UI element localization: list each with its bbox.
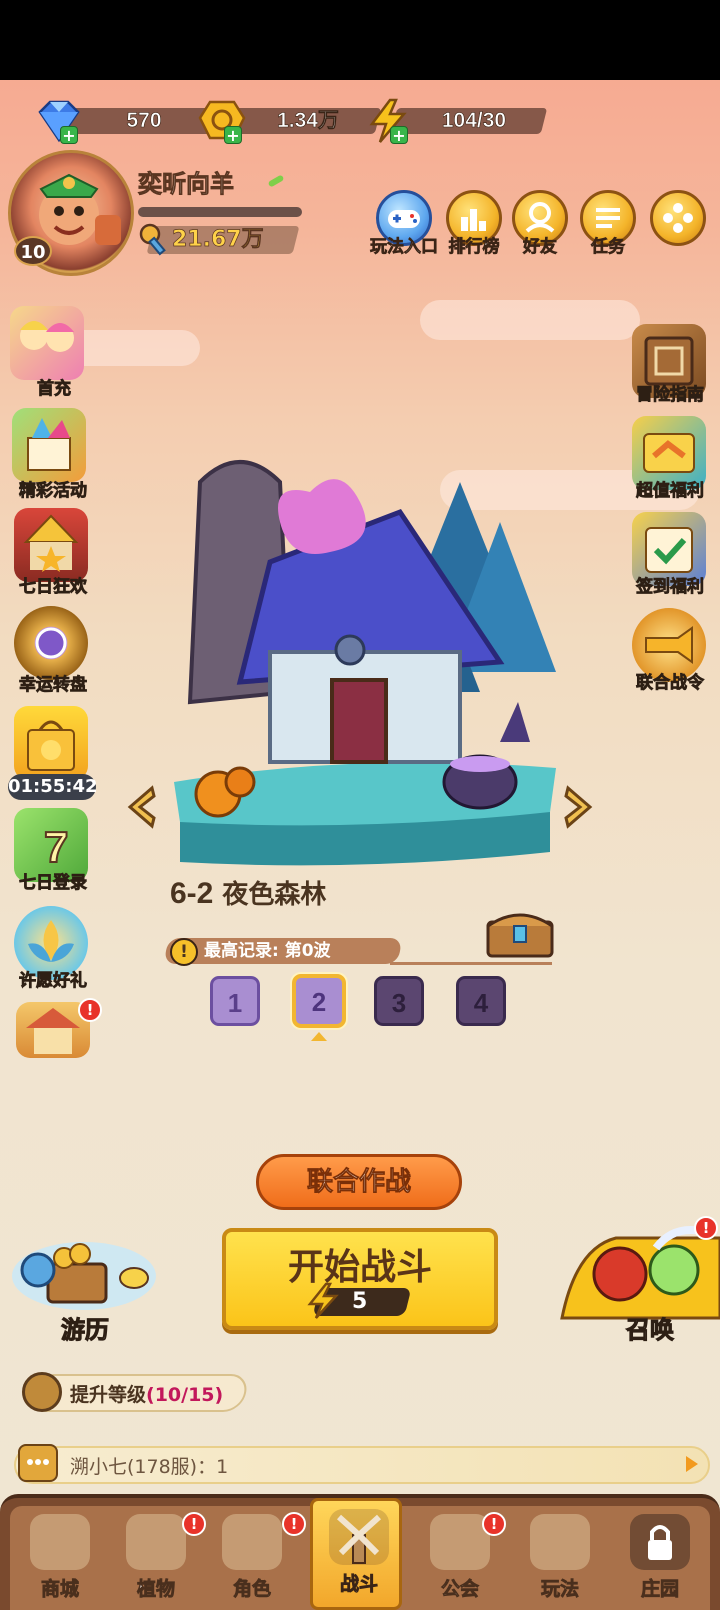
more-menu-button[interactable]: [650, 190, 706, 246]
chat-expand-arrow-icon[interactable]: [686, 1456, 698, 1472]
shopping-bag-icon: [27, 720, 75, 771]
next-level-arrow-icon[interactable]: [562, 784, 596, 830]
start-battle-label: 开始战斗: [287, 1247, 432, 1288]
record-underline: [390, 962, 552, 965]
lock-icon: [648, 1525, 672, 1560]
tasks-label: 任务: [591, 237, 626, 258]
seven-day-login-label: 七日登录: [19, 873, 88, 894]
travel-label: 游历: [61, 1316, 110, 1345]
difficulty-4-button[interactable]: 4: [456, 976, 506, 1026]
value-benefits-label: 超值福利: [636, 481, 705, 502]
summon-label: 召唤: [626, 1316, 675, 1345]
upgrade-label: 提升等级: [70, 1384, 147, 1406]
player-level-badge: 10: [14, 236, 52, 266]
wish-gift-label: 许愿好礼: [19, 971, 88, 992]
windmill-icon: [329, 1509, 389, 1565]
wheel-icon: [35, 627, 67, 659]
key-icon: [139, 223, 166, 256]
upgrade-level-text: 提升等级(10/15): [70, 1380, 223, 1407]
timed-offer-button[interactable]: [14, 706, 88, 780]
sign-in-benefits-label: 签到福利: [636, 577, 705, 598]
energy-counter[interactable]: 104/30 +: [364, 98, 554, 144]
gold-value: 1.34万: [277, 109, 339, 133]
nav-item-battle[interactable]: 战斗: [310, 1498, 402, 1610]
player-power: 21.67万: [172, 227, 264, 253]
shop-icon: [30, 1514, 90, 1570]
level-up-icon: [22, 1372, 62, 1412]
manor-icon: [630, 1514, 690, 1570]
heroes-icon: [20, 321, 74, 352]
notification-badge: !: [78, 998, 102, 1022]
player-name: 奕昕向羊: [138, 170, 235, 199]
battle-energy-cost: 5: [352, 1289, 368, 1314]
cloud-decoration: [420, 300, 640, 340]
level-diorama-image: [174, 460, 556, 866]
xp-bar: [138, 207, 302, 217]
gold-counter[interactable]: 1.34万 +: [198, 100, 388, 144]
nav-label-shop: 商城: [40, 1578, 80, 1601]
coop-battle-button[interactable]: 联合作战: [256, 1154, 462, 1210]
offer-countdown: 01:55:42: [8, 774, 98, 800]
lucky-wheel-button[interactable]: [14, 606, 88, 680]
adventure-guide-label: 冒险指南: [636, 385, 705, 406]
level-title: 6-2 夜色森林: [170, 874, 326, 911]
friends-label: 好友: [523, 237, 558, 258]
svg-text:7: 7: [44, 823, 68, 872]
game-mode-entry-label: 玩法入口: [370, 237, 439, 258]
diamond-counter[interactable]: 570 +: [34, 100, 224, 144]
events-button[interactable]: [12, 408, 86, 482]
gift-box-icon: [27, 418, 71, 471]
nav-item-shop[interactable]: 商城: [14, 1506, 106, 1610]
add-diamond-icon[interactable]: +: [60, 126, 78, 144]
chat-bubble-icon: [18, 1444, 58, 1482]
difficulty-1-button[interactable]: 1: [210, 976, 260, 1026]
first-recharge-button[interactable]: [10, 306, 84, 380]
upgrade-progress: (10/15): [146, 1384, 224, 1406]
add-gold-icon[interactable]: +: [224, 126, 242, 144]
more-icon: [663, 203, 693, 233]
gameplay-icon: [530, 1514, 590, 1570]
difficulty-2-button[interactable]: 2: [292, 974, 346, 1028]
plant-icon: [126, 1514, 186, 1570]
selected-indicator-arrow-icon: [311, 1032, 327, 1041]
seven-day-carnival-button[interactable]: [14, 508, 88, 582]
level-code: 6-2: [170, 877, 214, 910]
nav-label-gameplay: 玩法: [540, 1578, 580, 1601]
best-record-text: 最高记录: 第0波: [204, 941, 331, 961]
first-recharge-label: 首充: [37, 379, 72, 400]
previous-level-arrow-icon[interactable]: [124, 784, 158, 830]
notification-badge: !: [282, 1512, 306, 1536]
lightning-icon: [307, 1282, 339, 1319]
guild-icon: [430, 1514, 490, 1570]
add-energy-icon[interactable]: +: [390, 126, 408, 144]
notification-badge: !: [694, 1216, 718, 1240]
nav-label-plants: 植物: [136, 1578, 176, 1601]
nav-label-manor: 庄园: [640, 1578, 680, 1601]
events-label: 精彩活动: [19, 481, 88, 502]
energy-value: 104/30: [441, 109, 507, 133]
notification-badge: !: [482, 1512, 506, 1536]
level-name: 夜色森林: [222, 880, 327, 910]
info-icon: !: [170, 938, 198, 966]
notification-badge: !: [182, 1512, 206, 1536]
nav-label-battle: 战斗: [339, 1573, 379, 1596]
status-bar: [0, 0, 720, 80]
carnival-tent-icon: [23, 514, 79, 572]
chat-message: 溯小七(178服)：1: [70, 1456, 229, 1478]
seven-day-carnival-label: 七日狂欢: [19, 577, 88, 598]
travel-chest-icon[interactable]: [8, 1230, 160, 1314]
lucky-wheel-label: 幸运转盘: [19, 675, 88, 696]
treasure-chest-icon[interactable]: [484, 904, 556, 960]
difficulty-3-button[interactable]: 3: [374, 976, 424, 1026]
nav-item-manor[interactable]: 庄园: [614, 1506, 706, 1610]
leaderboard-label: 排行榜: [448, 237, 500, 258]
joint-battle-pass-label: 联合战令: [636, 673, 705, 694]
nav-label-guild: 公会: [440, 1578, 480, 1601]
diamond-value: 570: [126, 109, 162, 133]
nav-item-gameplay[interactable]: 玩法: [514, 1506, 606, 1610]
leaf-icon: [267, 174, 285, 188]
nav-label-characters: 角色: [232, 1578, 272, 1601]
character-icon: [222, 1514, 282, 1570]
